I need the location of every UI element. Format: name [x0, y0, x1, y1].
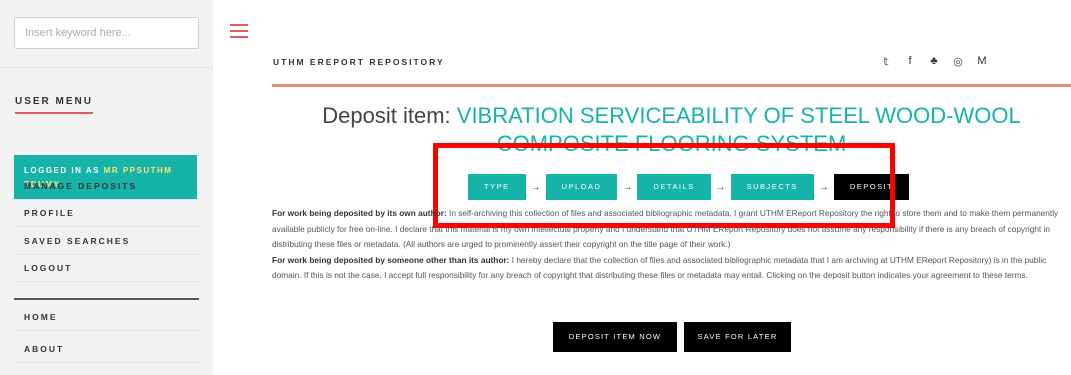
header-divider: [272, 84, 1071, 87]
workflow-steps: TYPE → UPLOAD → DETAILS → SUBJECTS → DEP…: [468, 174, 910, 200]
sidebar-separator: [14, 298, 199, 300]
facebook-icon[interactable]: f: [904, 55, 916, 68]
mendeley-icon[interactable]: M: [976, 55, 988, 68]
own-author-terms: For work being deposited by its own auth…: [272, 206, 1067, 253]
hamburger-menu-icon[interactable]: [230, 24, 248, 38]
step-upload[interactable]: UPLOAD: [545, 174, 618, 200]
sidebar: USER MENU LOGGED IN AS MR PPSUTHM EDUMY …: [0, 0, 213, 375]
site-title[interactable]: UTHM EREPORT REPOSITORY: [273, 57, 445, 67]
page-title-prefix: Deposit item:: [322, 103, 451, 128]
save-for-later-button[interactable]: SAVE FOR LATER: [684, 322, 791, 352]
step-type[interactable]: TYPE: [468, 174, 526, 200]
sidebar-item-about[interactable]: ABOUT: [14, 336, 199, 363]
sidebar-item-home[interactable]: HOME: [14, 304, 199, 331]
deposit-agreement: For work being deposited by its own auth…: [272, 206, 1067, 284]
arrow-right-icon: →: [530, 181, 541, 193]
step-deposit[interactable]: DEPOSIT: [833, 174, 910, 200]
search-input[interactable]: [14, 17, 199, 49]
step-subjects[interactable]: SUBJECTS: [730, 174, 814, 200]
snapchat-icon[interactable]: ♣: [928, 55, 940, 68]
arrow-right-icon: →: [622, 181, 633, 193]
sidebar-item-profile[interactable]: PROFILE: [14, 200, 199, 227]
sidebar-divider: [0, 67, 213, 68]
arrow-right-icon: →: [818, 181, 829, 193]
user-menu-title: USER MENU: [15, 96, 94, 114]
other-author-terms: For work being deposited by someone othe…: [272, 253, 1067, 284]
sidebar-item-logout[interactable]: LOGOUT: [14, 255, 199, 282]
step-details[interactable]: DETAILS: [637, 174, 711, 200]
sidebar-item-manage-deposits[interactable]: MANAGE DEPOSITS: [14, 173, 199, 200]
twitter-icon[interactable]: 𝕥: [880, 55, 892, 68]
own-author-heading: For work being deposited by its own auth…: [272, 208, 447, 218]
page-title: Deposit item: VIBRATION SERVICEABILITY O…: [272, 102, 1071, 158]
sidebar-item-saved-searches[interactable]: SAVED SEARCHES: [14, 228, 199, 255]
arrow-right-icon: →: [715, 181, 726, 193]
other-author-heading: For work being deposited by someone othe…: [272, 254, 510, 265]
item-title: VIBRATION SERVICEABILITY OF STEEL WOOD-W…: [456, 103, 1021, 156]
social-links: 𝕥 f ♣ ◎ M: [880, 55, 988, 68]
instagram-icon[interactable]: ◎: [952, 55, 964, 68]
deposit-item-now-button[interactable]: DEPOSIT ITEM NOW: [553, 322, 677, 352]
